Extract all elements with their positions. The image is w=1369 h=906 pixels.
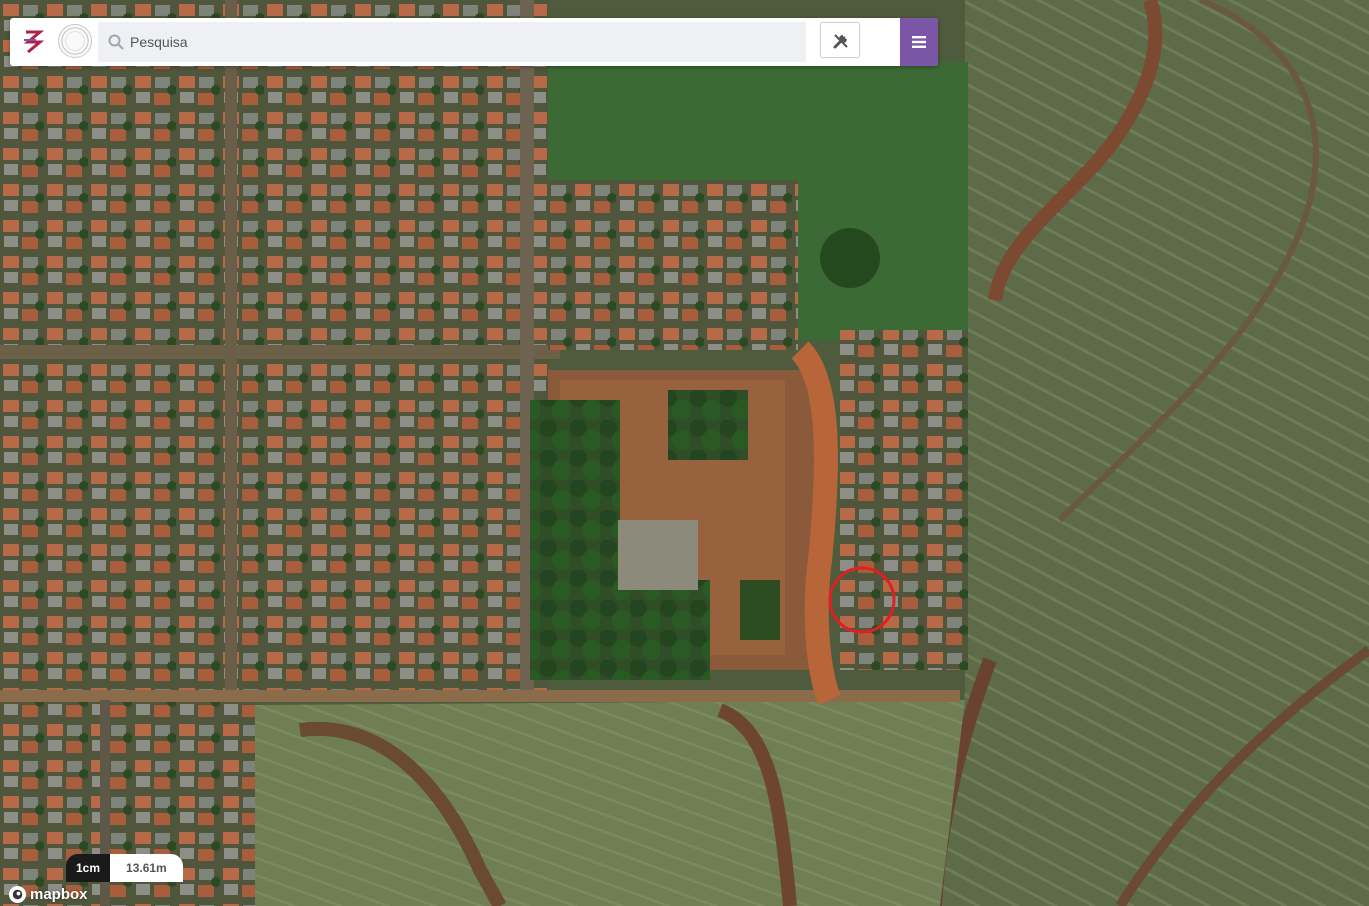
scale-value: 13.61m [110,854,183,882]
scale-unit: 1cm [66,854,111,882]
satellite-map[interactable] [0,0,1369,906]
map-scale: 1cm 13.61m [66,854,183,882]
menu-icon [912,36,926,48]
app-logo-icon[interactable] [20,28,46,56]
tools-icon [833,34,848,49]
search-box [98,22,806,62]
search-input[interactable] [130,22,790,62]
menu-button[interactable] [900,18,938,66]
search-icon [108,34,124,50]
mapbox-brand: mapbox [30,885,88,903]
top-search-bar [10,18,938,66]
mapbox-attribution[interactable]: mapbox [8,884,88,904]
mapbox-icon [8,885,27,903]
tools-button[interactable] [820,22,860,58]
municipal-seal [58,24,92,58]
